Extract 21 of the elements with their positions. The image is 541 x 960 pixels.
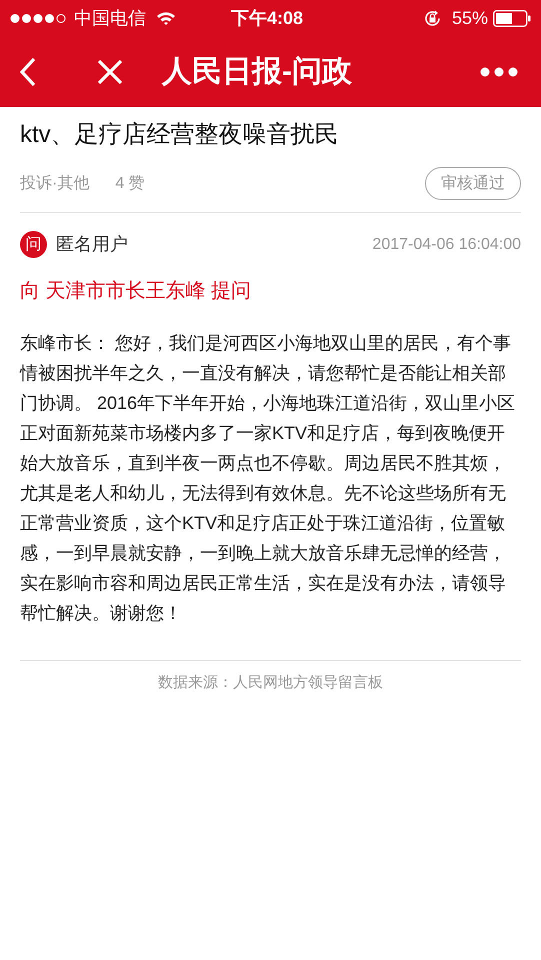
- post-datetime: 2017-04-06 16:04:00: [372, 234, 521, 254]
- post-body: 东峰市长： 您好，我们是河西区小海地双山里的居民，有个事情被困扰半年之久，一直没有解决，请您帮忙是否能让相关部门协调。 2016年下半年开始，小海地珠江道沿街，双山里小区正对面新苑菜市场楼内多了一家KTV和足疗店，每到夜晚便开始大放音乐，直到半夜一两点也不停歇。周边居民不胜其烦，尤其是老人和幼儿，无法得到有效休息。先不论这些场所有无正常营业资质，这个KTV和足疗店正处于珠江道沿街，位置敏感，一到早晨就安静，一到晚上就大放音乐肆无忌惮的经营，实在影响市容和周边居民正常生活，实在是没有办法，请领导帮忙解决。谢谢您！: [20, 332, 516, 625]
- battery-icon: [493, 10, 531, 26]
- page-title: 人民日报-问政: [162, 54, 352, 90]
- clock: 下午4:08: [231, 6, 304, 30]
- data-source: 数据来源：人民网地方领导留言板: [158, 674, 383, 691]
- close-icon: [97, 58, 123, 84]
- category: 投诉·其他: [20, 174, 90, 194]
- back-icon: [19, 56, 37, 86]
- battery-percent: 55%: [452, 6, 488, 30]
- author-avatar: 问: [20, 231, 47, 258]
- post-title: ktv、足疗店经营整夜噪音扰民: [20, 120, 340, 150]
- status-badge: 审核通过: [425, 167, 521, 200]
- signal-icon: [10, 12, 68, 24]
- like-count: 4 赞: [115, 174, 145, 194]
- carrier: 中国电信: [74, 6, 146, 30]
- more-icon: [480, 66, 518, 76]
- author-name: 匿名用户: [56, 233, 128, 256]
- rotation-lock-icon: [422, 8, 442, 28]
- addressee: 向 天津市市长王东峰 提问: [20, 279, 252, 304]
- wifi-icon: [156, 10, 176, 26]
